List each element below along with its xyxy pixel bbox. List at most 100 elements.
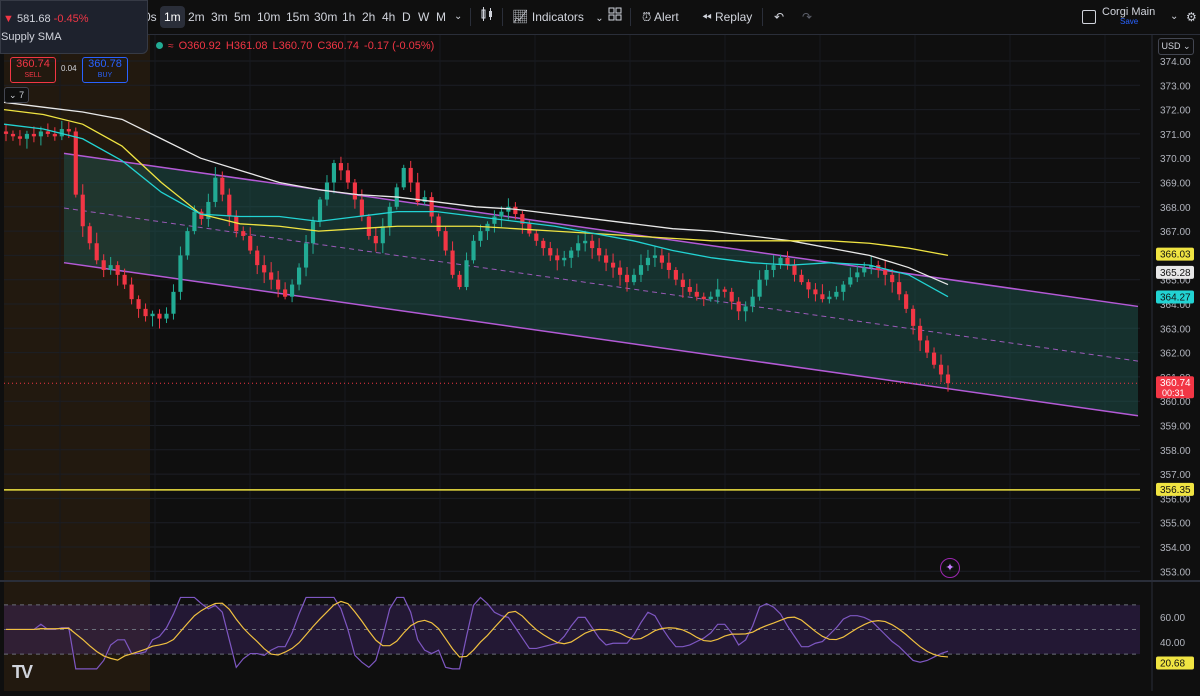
price-label-text: 365.28 [1160, 268, 1191, 279]
candle-body [338, 163, 344, 171]
candle-body [757, 279, 762, 297]
candle-body [911, 308, 916, 326]
alert-button[interactable]: ⏰︎ Alert [638, 6, 683, 28]
undo-button[interactable]: ↶ [770, 6, 788, 28]
candle-body [296, 267, 302, 285]
candle-body [255, 250, 260, 266]
layout-save-button[interactable]: Corgi Main Save [1082, 3, 1170, 31]
candle-body [38, 131, 43, 137]
candle-body [290, 284, 295, 297]
candle-body [408, 167, 413, 183]
candle-body [659, 255, 664, 263]
candle-body [924, 340, 930, 353]
candle-body [904, 294, 909, 309]
candle-body [792, 265, 797, 275]
interval-3m[interactable]: 3m [207, 6, 232, 28]
candle-body [45, 131, 50, 134]
indicators-icon: 📈︎ [512, 9, 529, 24]
interval-menu-chevron-down-icon[interactable]: ⌄ [450, 6, 466, 28]
interval-1m[interactable]: 1m [160, 6, 185, 28]
candle-body [750, 296, 755, 307]
tooltip-price: 581.68 [16, 13, 51, 25]
rsi-value-text: 20.68 [1160, 659, 1185, 670]
candle-body [24, 133, 30, 139]
layout-menu-button[interactable]: ⌄ [1166, 6, 1182, 28]
candle-body [241, 231, 246, 236]
candle-body [897, 282, 902, 295]
alarm-clock-icon: ⏰︎ [642, 10, 652, 24]
candles-icon [481, 7, 492, 21]
buy-button[interactable]: 360.78 BUY [82, 57, 128, 83]
y-tick-label: 359.00 [1160, 422, 1191, 433]
candle-body [185, 231, 190, 256]
tooltip-flag-icon: ▼ [3, 13, 14, 25]
candle-body [80, 194, 85, 227]
chart-area[interactable]: 374.00 373.00 372.00 371.00 370.00 369.00 368.… [0, 35, 1200, 691]
separator [630, 8, 631, 26]
replay-button[interactable]: ⏪︎ Replay [698, 6, 756, 28]
y-tick-label: 373.00 [1160, 81, 1191, 92]
settings-button[interactable]: ⚙︎ [1182, 6, 1200, 28]
indicator-toggle[interactable]: ⌄ 7 [4, 87, 30, 103]
indicators-button[interactable]: 📈︎ Indicators ⌄ [508, 6, 608, 28]
interval-m[interactable]: M [432, 6, 450, 28]
interval-1h[interactable]: 1h [338, 6, 359, 28]
currency-select[interactable]: USD ⌄ [1158, 38, 1194, 55]
candle-body [129, 284, 134, 300]
candle-body [429, 197, 434, 217]
candle-body [94, 243, 99, 261]
candle-body [687, 286, 692, 292]
candle-body [673, 269, 678, 280]
rewind-icon: ⏪︎ [702, 10, 712, 24]
price-chart[interactable]: 374.00 373.00 372.00 371.00 370.00 369.00 368.… [0, 35, 1200, 691]
chevron-down-icon: ⌄ [595, 13, 604, 24]
candle-body [638, 265, 644, 275]
candle-body [31, 133, 36, 137]
save-label: Save [1120, 17, 1139, 26]
interval-d[interactable]: D [398, 6, 415, 28]
ohlc-legend: ≈ O360.92 H361.08 L360.70 C360.74 -0.17 … [156, 40, 436, 52]
y-tick-label: 356.00 [1160, 494, 1191, 505]
interval-2m[interactable]: 2m [184, 6, 209, 28]
candle-body [743, 306, 748, 312]
interval-5m[interactable]: 5m [230, 6, 255, 28]
candle-body [366, 216, 371, 236]
legend-low: L360.70 [272, 40, 313, 52]
candle-body [164, 313, 169, 319]
candle-body [534, 233, 539, 241]
redo-button[interactable]: ↷ [798, 6, 816, 28]
candle-body [450, 250, 455, 275]
interval-2h[interactable]: 2h [358, 6, 379, 28]
candle-body [52, 133, 57, 137]
buy-price: 360.78 [88, 58, 122, 70]
sell-label: SELL [24, 72, 42, 79]
y-tick-label: 368.00 [1160, 203, 1191, 214]
y-tick-label: 372.00 [1160, 106, 1191, 117]
candle-body [548, 248, 553, 256]
candle-body [478, 231, 483, 241]
legend-status-dot [156, 42, 163, 49]
sell-button[interactable]: 360.74 SELL [10, 57, 56, 83]
candle-body [178, 255, 183, 292]
interval-w[interactable]: W [414, 6, 433, 28]
redo-icon: ↷ [802, 10, 813, 24]
interval-10m[interactable]: 10m [253, 6, 284, 28]
candle-body [862, 267, 867, 273]
candle-body [303, 243, 309, 268]
layouts-button[interactable] [604, 6, 626, 28]
candle-body [617, 267, 623, 275]
chart-type-button[interactable] [476, 6, 498, 28]
candle-body [694, 291, 699, 297]
candle-body [380, 226, 385, 244]
interval-4h[interactable]: 4h [378, 6, 399, 28]
candle-body [771, 265, 776, 270]
interval-30m[interactable]: 30m [310, 6, 341, 28]
candle-body [631, 274, 637, 283]
chevron-down-icon: ⌄ [1182, 41, 1191, 51]
sparkle-icon[interactable]: ✦ [940, 558, 960, 578]
interval-15m[interactable]: 15m [282, 6, 313, 28]
candle-body [701, 296, 706, 300]
candle-body [248, 235, 253, 251]
candle-body [841, 284, 846, 292]
candle-body [331, 163, 337, 183]
